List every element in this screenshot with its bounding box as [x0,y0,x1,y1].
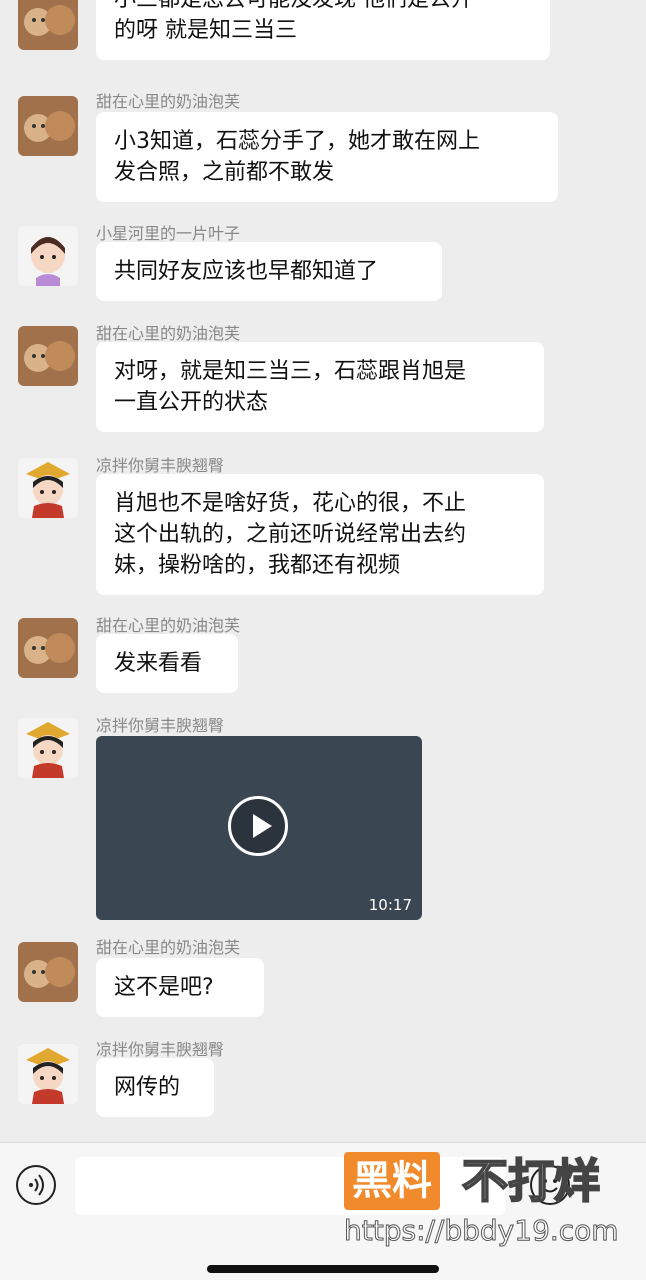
message-line: 发合照，之前都不敢发 [114,160,335,185]
scholar-avatar[interactable] [18,1044,78,1104]
message-bubble[interactable]: 发来看看 [96,634,238,693]
message-line: 这个出轨的，之前还听说经常出去约 [114,522,467,547]
message-line: 共同好友应该也早都知道了 [114,259,379,284]
voice-icon [29,1174,44,1196]
voice-button[interactable] [16,1165,56,1205]
message-bubble[interactable]: 共同好友应该也早都知道了 [96,242,442,301]
chat-message-list[interactable]: 小三都是您去可能没发现 他们是公开 的呀 就是知三当三 甜在心里的奶油泡芙 小3… [0,0,646,1142]
sender-name: 凉拌你舅丰腴翘臀 [96,716,225,735]
video-message[interactable]: 10:17 [96,736,422,920]
sender-name: 凉拌你舅丰腴翘臀 [96,1040,225,1059]
cat-avatar[interactable] [18,0,78,50]
play-icon[interactable] [228,796,288,856]
sender-name: 甜在心里的奶油泡芙 [96,324,241,343]
message-line: 发来看看 [114,651,203,676]
video-duration: 10:17 [368,896,412,914]
message-bubble[interactable]: 这不是吧? [96,958,264,1017]
message-line: 一直公开的状态 [114,390,269,415]
message-bubble[interactable]: 小3知道，石蕊分手了，她才敢在网上 发合照，之前都不敢发 [96,112,558,202]
message-bubble[interactable]: 对呀，就是知三当三，石蕊跟肖旭是 一直公开的状态 [96,342,544,432]
sender-name: 甜在心里的奶油泡芙 [96,92,241,111]
message-line: 妹，操粉啥的，我都还有视频 [114,553,401,578]
scholar-avatar[interactable] [18,458,78,518]
sender-name: 甜在心里的奶油泡芙 [96,616,241,635]
scholar-avatar[interactable] [18,718,78,778]
sender-name: 甜在心里的奶油泡芙 [96,938,241,957]
message-line: 这不是吧? [114,975,214,1000]
message-bubble[interactable]: 肖旭也不是啥好货，花心的很，不止 这个出轨的，之前还听说经常出去约 妹，操粉啥的… [96,474,544,595]
message-bubble[interactable]: 网传的 [96,1058,214,1117]
message-line: 的呀 就是知三当三 [114,18,297,43]
watermark-url: https://bbdy19.com [344,1214,620,1248]
cat-avatar[interactable] [18,326,78,386]
cat-avatar[interactable] [18,942,78,1002]
watermark: 黑料 不打烊 https://bbdy19.com [344,1152,640,1252]
message-line: 网传的 [114,1075,181,1100]
sender-name: 小星河里的一片叶子 [96,224,241,243]
watermark-title: 不打烊 [461,1153,601,1209]
girl-avatar[interactable] [18,226,78,286]
message-line: 小三都是您去可能没发现 他们是公开 [114,0,532,15]
message-line: 对呀，就是知三当三，石蕊跟肖旭是 [114,359,467,384]
message-line: 小3知道，石蕊分手了，她才敢在网上 [114,129,480,154]
home-indicator [207,1265,439,1273]
message-bubble[interactable]: 小三都是您去可能没发现 他们是公开 的呀 就是知三当三 [96,0,550,60]
message-line: 肖旭也不是啥好货，花心的很，不止 [114,491,467,516]
cat-avatar[interactable] [18,96,78,156]
sender-name: 凉拌你舅丰腴翘臀 [96,456,225,475]
watermark-badge: 黑料 [344,1152,440,1210]
cat-avatar[interactable] [18,618,78,678]
